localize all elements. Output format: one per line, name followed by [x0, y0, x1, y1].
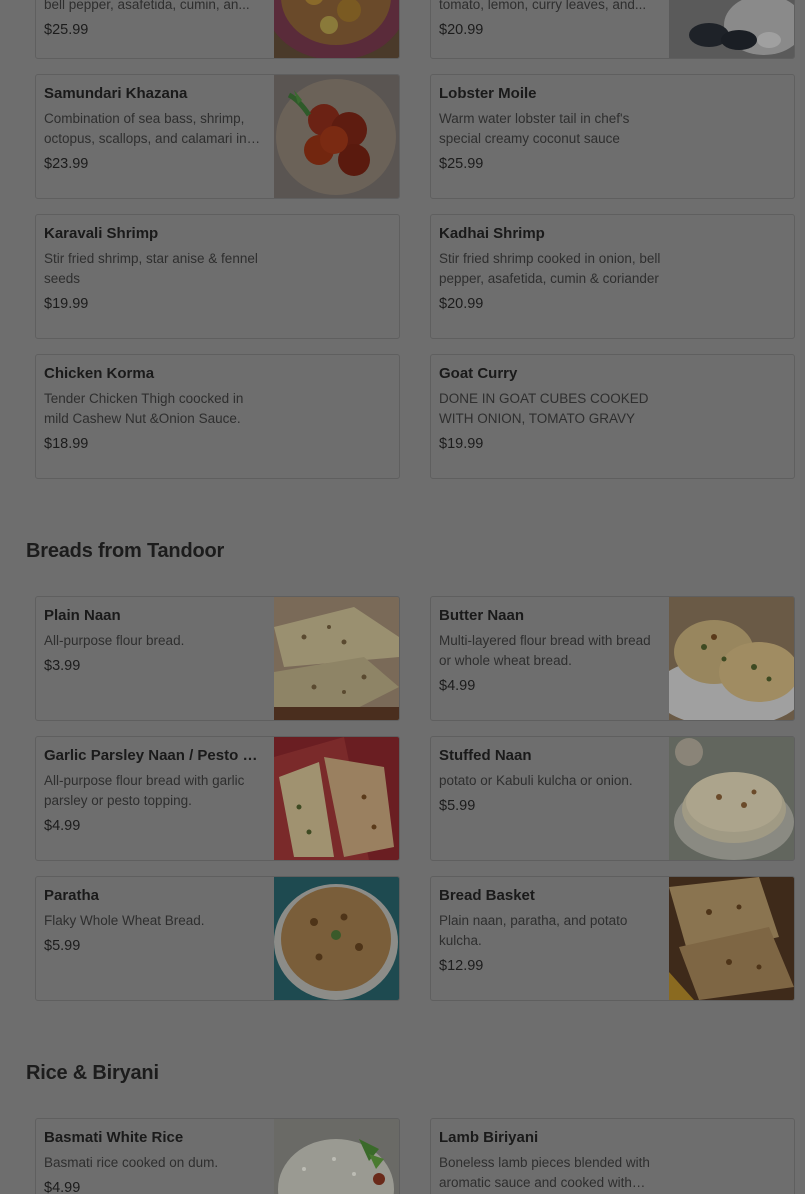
section-title-breads: Breads from Tandoor	[26, 540, 225, 562]
item-name: Basmati White Rice	[44, 1129, 184, 1146]
item-description: Boneless lamb pieces blended with aromat…	[439, 1155, 650, 1190]
menu-item-chicken-korma[interactable]: Chicken Korma Tender Chicken Thigh coock…	[35, 354, 400, 479]
menu-item-goat-curry[interactable]: Goat Curry DONE IN GOAT CUBES COOKED WIT…	[430, 354, 795, 479]
section-title-rice: Rice & Biryani	[26, 1062, 159, 1084]
item-price: $19.99	[439, 436, 484, 452]
menu-item-butter-naan[interactable]: Butter Naan Multi-layered flour bread wi…	[430, 596, 795, 721]
item-description: Flaky Whole Wheat Bread.	[44, 913, 205, 928]
item-description: bell pepper, asafetida, cumin, an...	[44, 0, 250, 12]
item-image	[669, 0, 794, 58]
menu-item-plain-naan[interactable]: Plain Naan All-purpose flour bread. $3.9…	[35, 596, 400, 721]
item-name: Lobster Moile	[439, 85, 537, 102]
item-name: Stuffed Naan	[439, 747, 532, 764]
item-name: Goat Curry	[439, 365, 518, 382]
item-price: $4.99	[44, 1180, 81, 1194]
item-price: $25.99	[439, 156, 484, 172]
menu-item-card[interactable]: tomato, lemon, curry leaves, and... $20.…	[430, 0, 795, 59]
item-image	[274, 877, 399, 1000]
item-description: Multi-layered flour bread with bread or …	[439, 633, 651, 668]
item-name: Lamb Biriyani	[439, 1129, 539, 1146]
item-price: $3.99	[44, 658, 81, 674]
item-name: Butter Naan	[439, 607, 525, 624]
item-price: $20.99	[439, 22, 484, 38]
menu-item-garlic-parsley-naan[interactable]: Garlic Parsley Naan / Pesto Naan All-pur…	[35, 736, 400, 861]
item-description: Stir fried shrimp, star anise & fennel s…	[44, 251, 258, 286]
item-description: Stir fried shrimp cooked in onion, bell …	[439, 251, 661, 286]
item-image	[274, 737, 399, 860]
item-description: Basmati rice cooked on dum.	[44, 1155, 219, 1170]
item-name: Karavali Shrimp	[44, 225, 159, 242]
menu-item-lamb-biriyani[interactable]: Lamb Biriyani Boneless lamb pieces blend…	[430, 1118, 795, 1194]
item-name: Chicken Korma	[44, 365, 155, 382]
menu-item-basmati-white-rice[interactable]: Basmati White Rice Basmati rice cooked o…	[35, 1118, 400, 1194]
item-name: Garlic Parsley Naan / Pesto Naan	[44, 747, 266, 764]
item-image	[274, 597, 399, 720]
item-description: Tender Chicken Thigh coocked in mild Cas…	[44, 391, 244, 426]
item-description: All-purpose flour bread.	[44, 633, 185, 648]
item-name: Samundari Khazana	[44, 85, 188, 102]
menu-page: bell pepper, asafetida, cumin, an... $25…	[0, 0, 805, 1194]
item-description: Plain naan, paratha, and potato kulcha.	[439, 913, 628, 948]
item-price: $5.99	[439, 798, 476, 814]
item-price: $20.99	[439, 296, 484, 312]
item-price: $12.99	[439, 958, 484, 974]
item-price: $19.99	[44, 296, 89, 312]
item-image	[669, 597, 794, 720]
item-image	[274, 75, 399, 198]
menu-item-card[interactable]: bell pepper, asafetida, cumin, an... $25…	[35, 0, 400, 59]
item-price: $18.99	[44, 436, 89, 452]
menu-item-stuffed-naan[interactable]: Stuffed Naan potato or Kabuli kulcha or …	[430, 736, 795, 861]
item-price: $4.99	[44, 818, 81, 834]
menu-item-kadhai-shrimp[interactable]: Kadhai Shrimp Stir fried shrimp cooked i…	[430, 214, 795, 339]
item-price: $5.99	[44, 938, 81, 954]
item-description: Combination of sea bass, shrimp, octopus…	[44, 111, 247, 146]
menu-item-lobster-moile[interactable]: Lobster Moile Warm water lobster tail in…	[430, 74, 795, 199]
item-image	[274, 1119, 399, 1194]
item-image	[669, 737, 794, 860]
item-name: Paratha	[44, 887, 100, 904]
item-name: Bread Basket	[439, 887, 535, 904]
menu-item-paratha[interactable]: Paratha Flaky Whole Wheat Bread. $5.99	[35, 876, 400, 1001]
item-description: potato or Kabuli kulcha or onion.	[439, 773, 633, 788]
item-description: DONE IN GOAT CUBES COOKED WITH ONION, TO…	[439, 391, 649, 426]
menu-item-bread-basket[interactable]: Bread Basket Plain naan, paratha, and po…	[430, 876, 795, 1001]
item-price: $25.99	[44, 22, 89, 38]
item-price: $4.99	[439, 678, 476, 694]
menu-item-samundari-khazana[interactable]: Samundari Khazana Combination of sea bas…	[35, 74, 400, 199]
item-image	[669, 877, 794, 1000]
item-description: tomato, lemon, curry leaves, and...	[439, 0, 647, 12]
item-description: Warm water lobster tail in chef's specia…	[439, 111, 630, 146]
item-name: Plain Naan	[44, 607, 121, 624]
item-description: All-purpose flour bread with garlic pars…	[44, 773, 245, 808]
menu-item-karavali-shrimp[interactable]: Karavali Shrimp Stir fried shrimp, star …	[35, 214, 400, 339]
item-price: $23.99	[44, 156, 89, 172]
item-image	[274, 0, 399, 58]
item-name: Kadhai Shrimp	[439, 225, 545, 242]
